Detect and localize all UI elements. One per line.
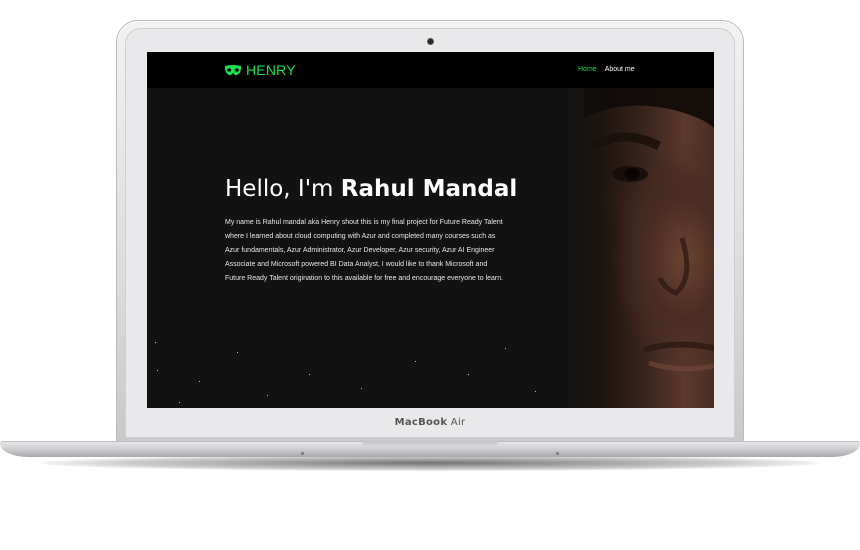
hero-heading: Hello, I'm Rahul Mandal xyxy=(225,176,518,202)
model-brand: MacBook xyxy=(394,417,448,428)
star xyxy=(535,391,536,392)
star xyxy=(468,374,469,375)
star xyxy=(155,342,156,343)
nav-links: Home About me xyxy=(578,66,635,73)
star xyxy=(505,348,506,349)
hero-name: Rahul Mandal xyxy=(340,176,518,202)
star xyxy=(199,381,200,382)
hero-section: Hello, I'm Rahul Mandal My name is Rahul… xyxy=(225,176,518,286)
laptop-foot xyxy=(556,452,559,455)
nav-home[interactable]: Home xyxy=(578,66,597,73)
star xyxy=(267,395,268,396)
star xyxy=(415,361,416,362)
webcam xyxy=(427,38,434,45)
site-navbar: HENRY Home About me xyxy=(147,52,714,88)
laptop-shadow xyxy=(40,455,820,471)
mask-icon xyxy=(224,64,242,75)
laptop-model-label: MacBook Air xyxy=(330,417,530,428)
laptop-lid-notch xyxy=(362,441,498,447)
site-brand[interactable]: HENRY xyxy=(224,62,296,78)
laptop-screen: HENRY Home About me Hello, I'm Rahul Man… xyxy=(147,52,714,408)
star xyxy=(237,352,238,353)
star xyxy=(179,402,180,403)
star xyxy=(309,374,310,375)
model-name: Air xyxy=(450,417,466,428)
star xyxy=(157,370,158,371)
nav-about-me[interactable]: About me xyxy=(605,66,635,73)
hero-bio: My name is Rahul mandal aka Henry shout … xyxy=(225,219,504,282)
greeting-text: Hello, I'm xyxy=(225,176,334,202)
brand-name: HENRY xyxy=(246,62,296,78)
photo-fade xyxy=(534,88,604,408)
laptop-foot xyxy=(301,452,304,455)
star xyxy=(361,388,362,389)
